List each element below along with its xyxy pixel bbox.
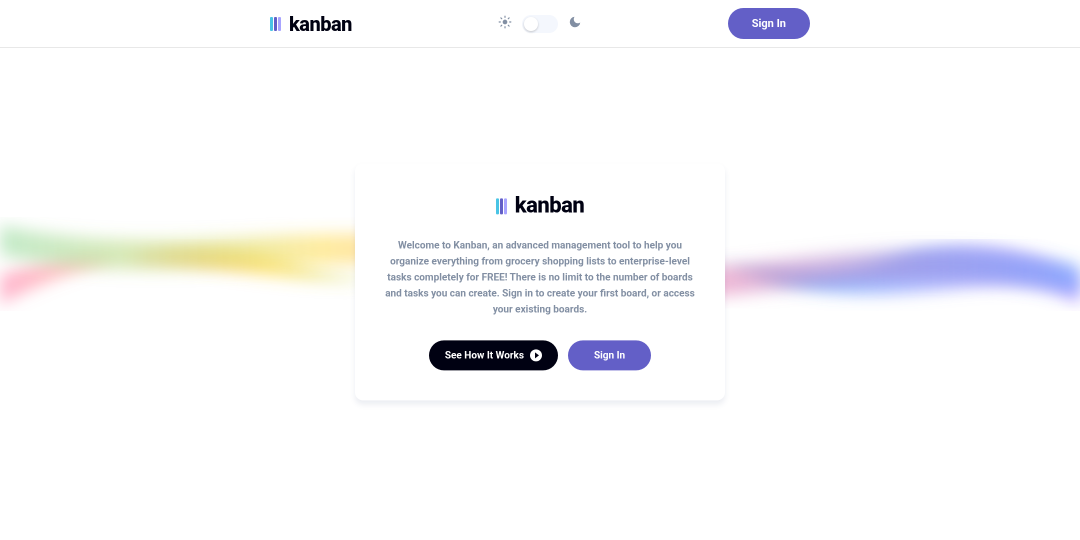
card-logo-text: kanban (515, 193, 585, 218)
theme-toggle[interactable] (522, 15, 558, 33)
welcome-card: kanban Welcome to Kanban, an advanced ma… (355, 163, 725, 400)
header-logo: kanban (270, 12, 352, 36)
logo-bars-icon (496, 198, 507, 214)
header-signin-button[interactable]: Sign In (728, 8, 810, 39)
see-how-label: See How It Works (445, 350, 524, 361)
card-signin-button[interactable]: Sign In (568, 340, 651, 370)
play-icon (530, 349, 542, 361)
see-how-it-works-button[interactable]: See How It Works (429, 340, 558, 370)
logo-bars-icon (270, 17, 281, 31)
card-button-group: See How It Works Sign In (383, 340, 697, 370)
welcome-description: Welcome to Kanban, an advanced managemen… (383, 238, 697, 318)
moon-icon (568, 14, 582, 33)
logo-text: kanban (289, 12, 352, 36)
sun-icon (498, 14, 512, 33)
theme-toggle-group (498, 14, 582, 33)
toggle-knob (524, 17, 538, 31)
card-logo: kanban (383, 193, 697, 218)
